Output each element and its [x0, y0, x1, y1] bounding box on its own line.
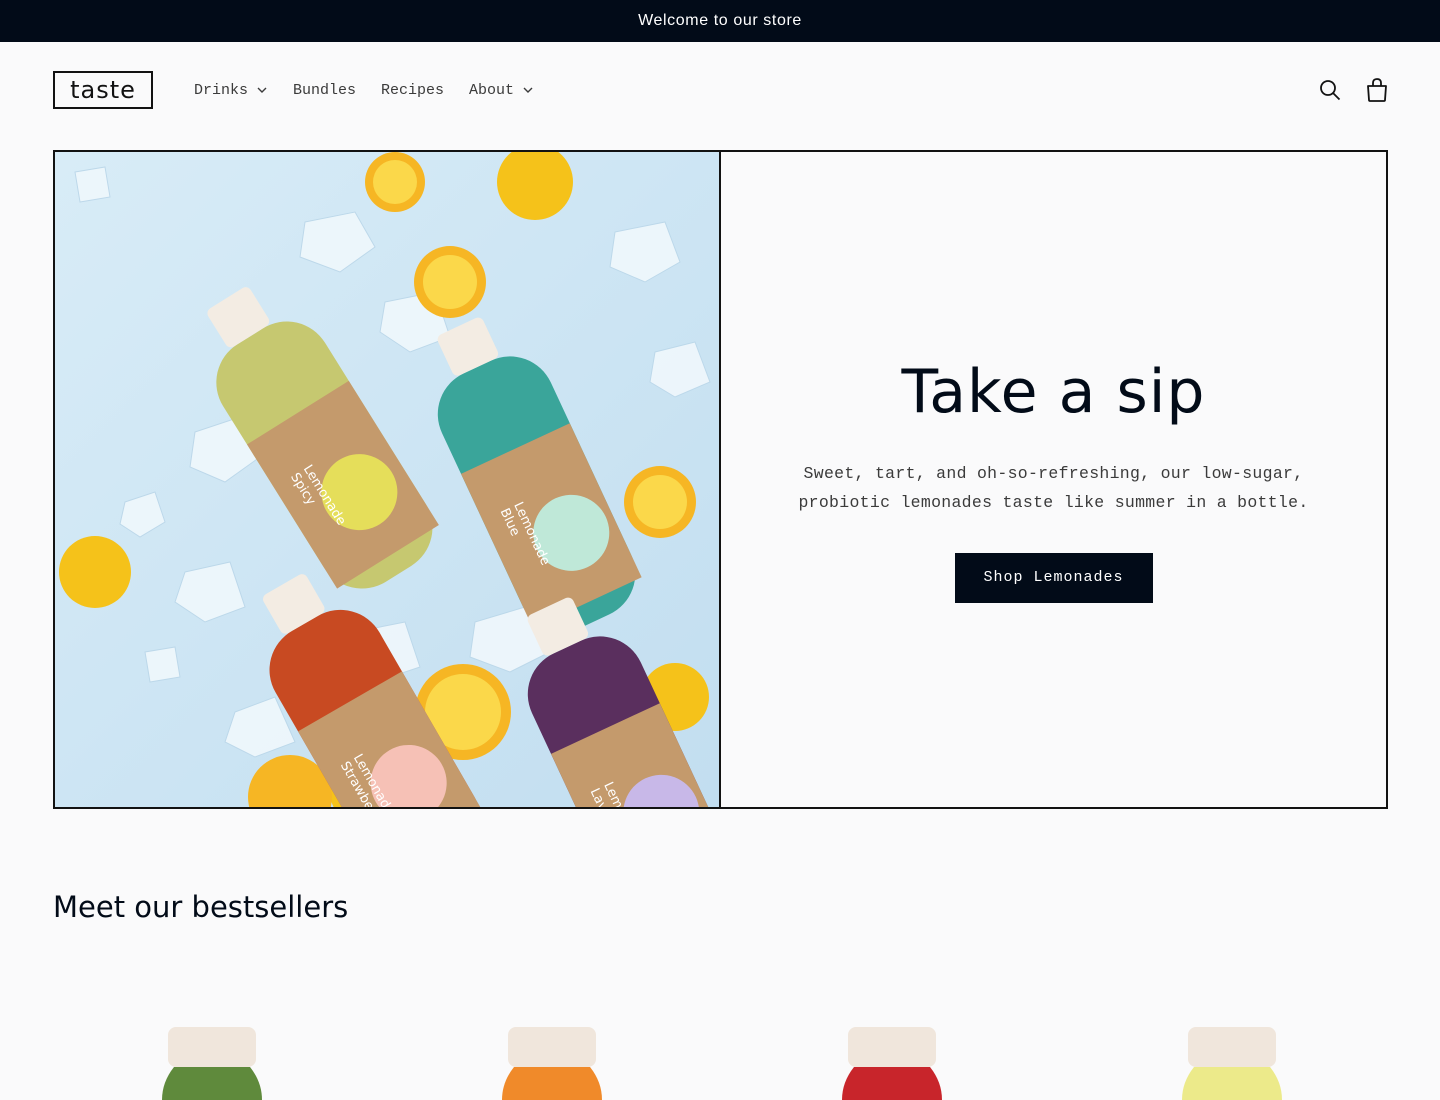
announcement-text: Welcome to our store	[638, 12, 802, 29]
product-card[interactable]	[402, 990, 702, 1100]
cart-icon	[1367, 78, 1387, 102]
hero-content: Take a sip Sweet, tart, and oh-so-refres…	[721, 152, 1386, 807]
product-liquid	[162, 1067, 262, 1100]
logo[interactable]: taste	[53, 71, 153, 109]
product-card[interactable]	[1082, 990, 1382, 1100]
nav-item-drinks[interactable]: Drinks	[194, 82, 268, 99]
hero-title: Take a sip	[901, 356, 1206, 427]
nav-item-about[interactable]: About	[469, 82, 534, 99]
hero-banner: Spicy Lemonade Blue Lemonade Strawberry …	[53, 150, 1388, 809]
product-liquid	[1182, 1067, 1282, 1100]
hero-subtitle-line: probiotic lemonades taste like summer in…	[798, 492, 1309, 512]
hero-subtitle: Sweet, tart, and oh-so-refreshing, our l…	[794, 459, 1314, 517]
cart-button[interactable]	[1364, 76, 1390, 104]
chevron-down-icon	[257, 87, 267, 93]
nav-item-recipes[interactable]: Recipes	[381, 82, 444, 99]
nav-item-label: Recipes	[381, 81, 445, 99]
nav-item-label: About	[469, 81, 515, 99]
nav-item-label: Drinks	[194, 81, 249, 99]
nav-item-label: Bundles	[293, 81, 357, 99]
search-icon	[1320, 80, 1341, 101]
product-bottle-image	[842, 1027, 942, 1100]
bestsellers-title: Meet our bestsellers	[53, 890, 349, 924]
product-bottle-image	[1182, 1027, 1282, 1100]
announcement-bar: Welcome to our store	[0, 0, 1440, 42]
nav-item-bundles[interactable]: Bundles	[293, 82, 356, 99]
product-liquid	[502, 1067, 602, 1100]
shop-lemonades-button[interactable]: Shop Lemonades	[954, 552, 1153, 603]
chevron-down-icon	[523, 87, 533, 93]
main-nav: Drinks Bundles Recipes About	[194, 78, 559, 102]
product-bottle-image	[502, 1027, 602, 1100]
product-card[interactable]	[742, 990, 1042, 1100]
product-liquid	[842, 1067, 942, 1100]
search-button[interactable]	[1317, 76, 1343, 104]
product-bottle-image	[162, 1027, 262, 1100]
lemonade-bottles-illustration: Spicy Lemonade Blue Lemonade Strawberry …	[55, 152, 719, 807]
hero-subtitle-line: Sweet, tart, and oh-so-refreshing, our l…	[803, 463, 1304, 483]
product-card[interactable]	[62, 990, 362, 1100]
hero-image: Spicy Lemonade Blue Lemonade Strawberry …	[55, 152, 721, 807]
